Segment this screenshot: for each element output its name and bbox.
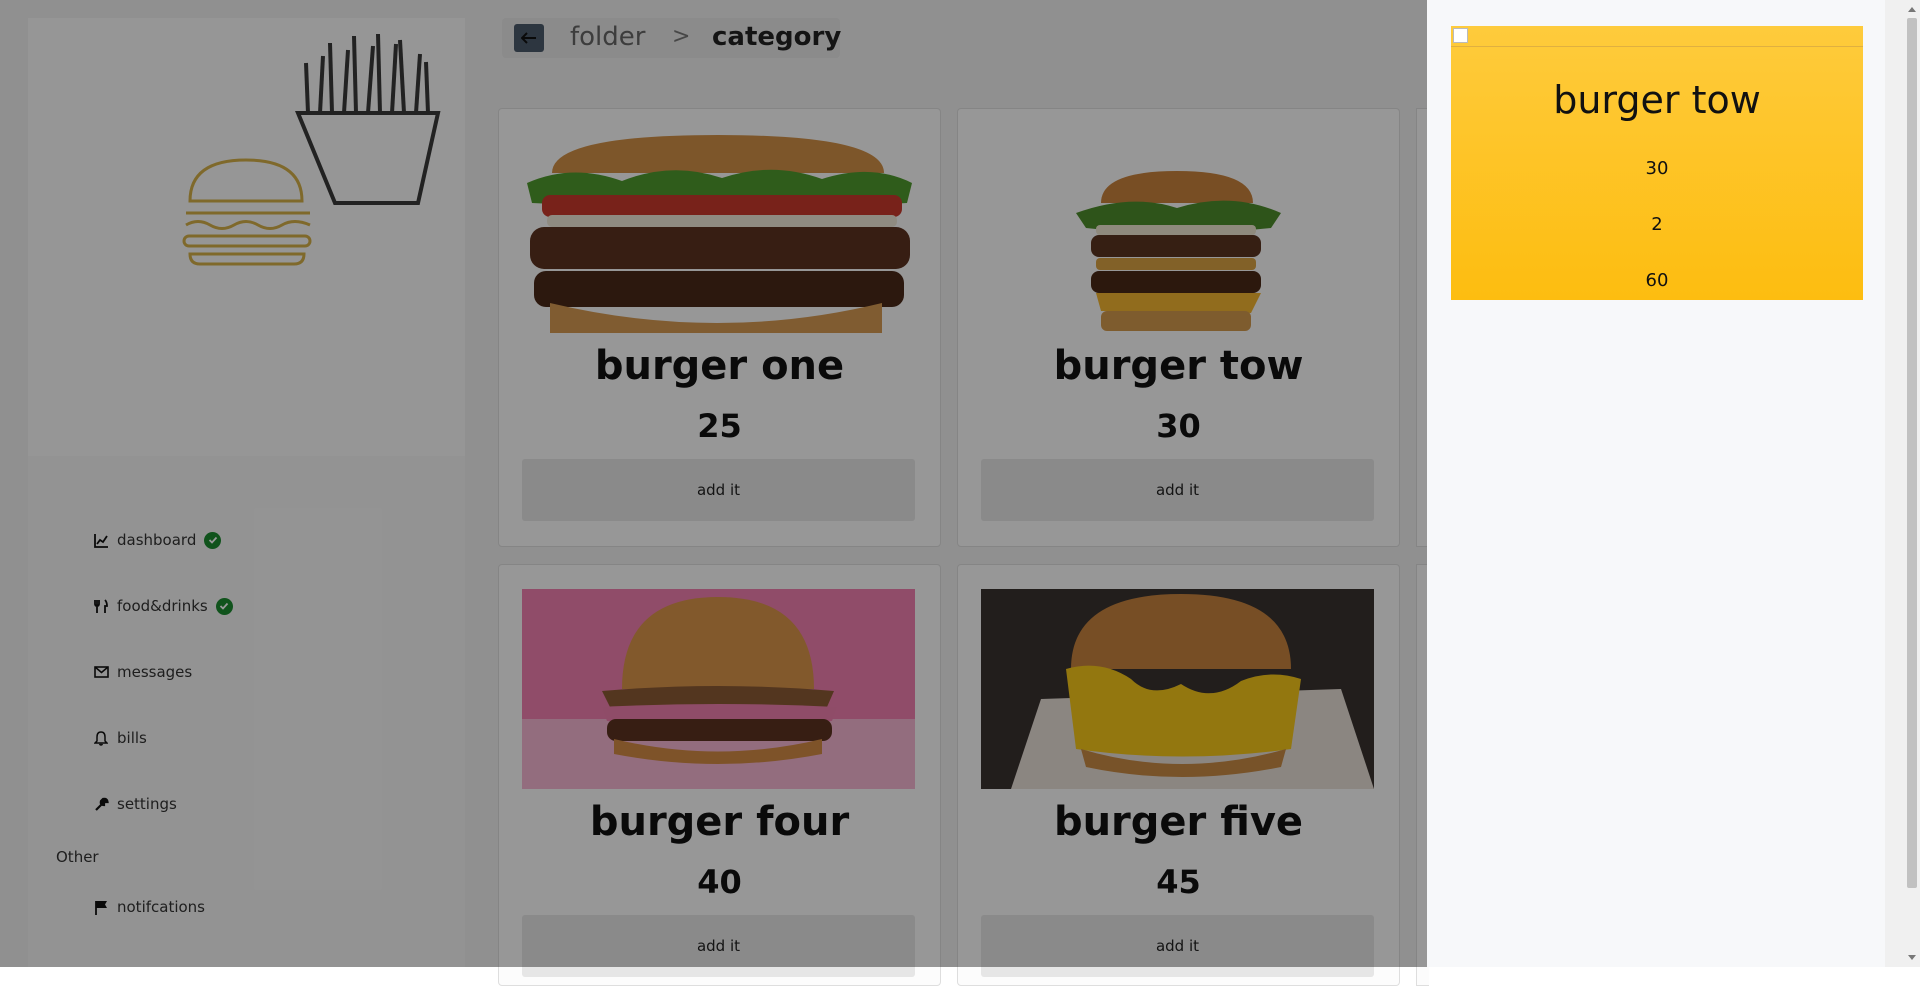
scroll-up-icon[interactable] (1905, 4, 1919, 14)
cart-item-quantity: 2 (1651, 214, 1663, 235)
broken-image-icon (1453, 28, 1468, 43)
cart-item-card: burger tow 30 2 60 (1451, 26, 1863, 300)
cart-item-price: 30 (1645, 158, 1669, 179)
scrollbar[interactable] (1885, 0, 1920, 967)
cart-item-total: 60 (1645, 270, 1669, 291)
cart-item-name: burger tow (1553, 78, 1761, 122)
cart-item-image (1451, 26, 1863, 47)
scrollbar-thumb[interactable] (1907, 18, 1917, 888)
cart-panel: burger tow 30 2 60 (1427, 0, 1885, 967)
modal-backdrop[interactable] (0, 0, 1427, 967)
scroll-down-icon[interactable] (1905, 952, 1919, 962)
